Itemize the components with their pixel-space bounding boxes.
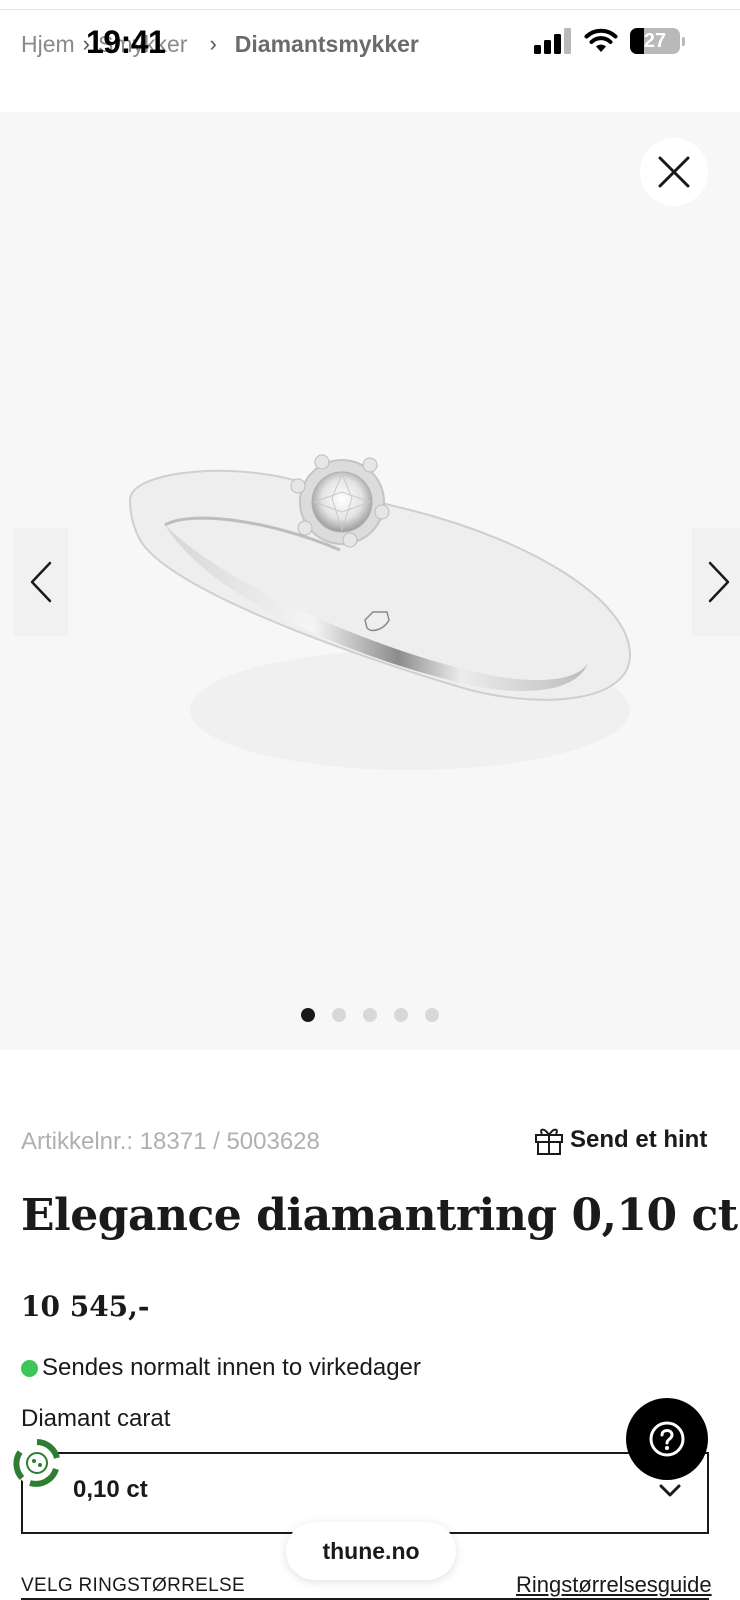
question-mark-icon xyxy=(649,1421,685,1457)
gallery-dot[interactable] xyxy=(332,1008,346,1022)
chevron-left-icon xyxy=(30,561,52,603)
breadcrumb-home[interactable]: Hjem xyxy=(21,31,75,58)
product-price: 10 545,- xyxy=(21,1290,150,1323)
gallery-next-button[interactable] xyxy=(692,528,740,636)
gift-icon xyxy=(535,1128,563,1155)
battery-tip xyxy=(682,36,685,46)
signal-icon xyxy=(534,28,571,54)
eco-recycle-icon[interactable] xyxy=(12,1438,62,1488)
status-time: 19:41 xyxy=(86,24,166,60)
ring-size-guide-link[interactable]: Ringstørrelsesguide xyxy=(516,1572,712,1598)
chevron-right-icon xyxy=(708,561,730,603)
breadcrumb-current: Diamantsmykker xyxy=(234,30,419,57)
battery-icon: 27 xyxy=(630,28,680,54)
chevron-down-icon xyxy=(659,1484,681,1497)
battery-level: 27 xyxy=(643,29,667,52)
article-number: Artikkelnr.: 18371 / 5003628 xyxy=(21,1128,320,1155)
product-image-ring xyxy=(128,454,632,770)
stock-indicator-icon xyxy=(21,1359,38,1377)
breadcrumb-separator: › xyxy=(209,31,217,56)
send-hint-button[interactable]: Send et hint xyxy=(534,1124,707,1156)
stock-text: Sendes normalt innen to virkedager xyxy=(42,1354,421,1381)
gallery-prev-button[interactable] xyxy=(14,528,68,636)
help-button[interactable] xyxy=(626,1398,708,1480)
gallery-pagination xyxy=(0,1008,740,1022)
top-divider xyxy=(0,0,740,10)
gallery-dot[interactable] xyxy=(425,1008,439,1022)
browser-url-bar[interactable]: thune.no xyxy=(286,1522,456,1580)
gallery-dot[interactable] xyxy=(301,1008,315,1022)
close-gallery-button[interactable] xyxy=(640,138,708,206)
close-icon xyxy=(658,156,690,188)
breadcrumb: Hjem › Smykker › Diamantsmykker xyxy=(21,26,419,62)
stock-status: Sendes normalt innen to virkedager xyxy=(21,1354,421,1382)
status-icons: 27 xyxy=(534,28,685,54)
gallery-dot[interactable] xyxy=(394,1008,408,1022)
wifi-icon xyxy=(584,28,618,52)
battery-fill xyxy=(630,28,644,54)
send-hint-label: Send et hint xyxy=(570,1126,708,1153)
ring-size-label: VELG RINGSTØRRELSE xyxy=(21,1575,245,1596)
carat-select-value: 0,10 ct xyxy=(73,1476,148,1503)
gallery-dot[interactable] xyxy=(363,1008,377,1022)
carat-label: Diamant carat xyxy=(21,1405,171,1432)
product-title: Elegance diamantring 0,10 ct xyxy=(21,1190,738,1241)
